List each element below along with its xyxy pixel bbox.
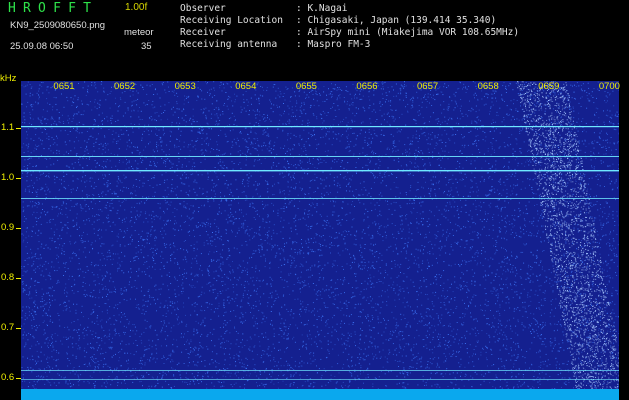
timestamp: 25.09.08 06:50 [10,41,74,52]
x-tick-label: 0653 [174,81,196,92]
meteor-count: 35 [141,41,152,52]
spectrogram-canvas [21,81,619,389]
x-tick-label: 0700 [598,81,620,92]
y-tick-mark [16,128,21,129]
file-name: KN9_2509080650.png [10,20,106,31]
y-axis-unit: kHz [0,73,17,84]
observer-label: Observer [180,3,226,14]
carrier-line [21,198,619,199]
x-tick-label: 0659 [538,81,560,92]
y-tick-mark [16,278,21,279]
y-tick-label: 0.9 [1,222,15,233]
observer-value: : K.Nagai [296,3,348,14]
y-tick-label: 0.6 [1,372,15,383]
y-tick-label: 0.8 [1,272,15,283]
mode-label: meteor [124,27,154,38]
header-panel: HROFFT 1.00f KN9_2509080650.png meteor 2… [0,0,629,76]
x-tick-label: 0656 [356,81,378,92]
location-value: : Chigasaki, Japan (139.414 35.340) [296,15,497,26]
x-tick-label: 0652 [114,81,136,92]
y-tick-mark [16,328,21,329]
carrier-line [21,379,619,380]
receiver-value: : AirSpy mini (Miakejima VOR 108.65MHz) [296,27,520,38]
carrier-line [21,126,619,128]
x-tick-label: 0657 [417,81,439,92]
x-tick-label: 0655 [295,81,317,92]
app-version: 1.00f [125,2,148,13]
y-tick-mark [16,178,21,179]
y-tick-label: 1.0 [1,172,15,183]
y-tick-mark [16,378,21,379]
antenna-label: Receiving antenna [180,39,278,50]
bottom-band [21,389,619,400]
carrier-line [21,156,619,157]
spectrogram-plot [21,81,619,389]
antenna-value: : Maspro FM-3 [296,39,371,50]
x-tick-label: 0654 [235,81,257,92]
carrier-line [21,370,619,371]
receiver-label: Receiver [180,27,226,38]
carrier-line [21,170,619,172]
y-tick-mark [16,228,21,229]
x-tick-label: 0658 [477,81,499,92]
right-margin [619,81,629,400]
x-tick-label: 0651 [53,81,75,92]
y-tick-label: 0.7 [1,322,15,333]
y-tick-label: 1.1 [1,122,15,133]
location-label: Receiving Location [180,15,283,26]
app-title: HROFFT [8,1,99,16]
